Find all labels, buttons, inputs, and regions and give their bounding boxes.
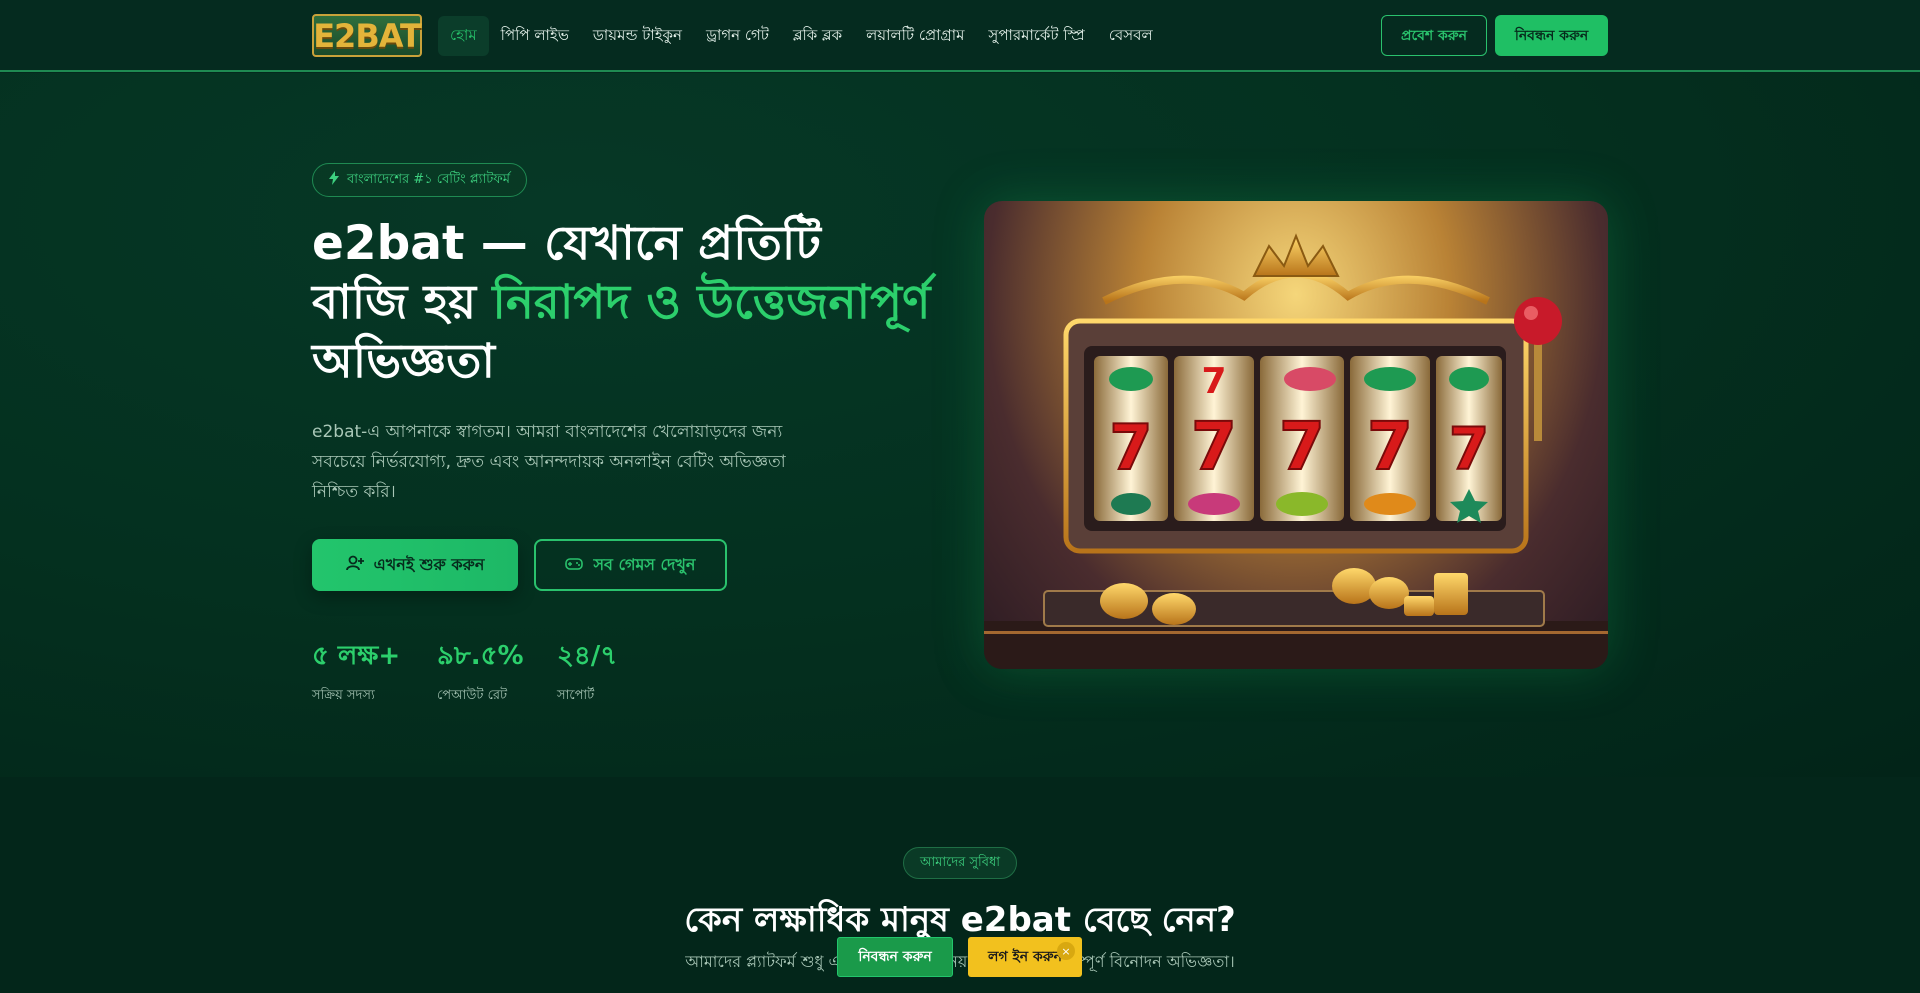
hero-description: e2bat-এ আপনাকে স্বাগতম। আমরা বাংলাদেশের …: [312, 422, 786, 502]
all-games-label: সব গেমস দেখুন: [593, 554, 696, 574]
stat-label: সক্রিয় সদস্য: [312, 688, 375, 703]
headline-part-2: অভিজ্ঞতা: [312, 334, 496, 389]
stat-support: ২৪/৭ সাপোর্ট: [557, 636, 617, 707]
lightning-icon: [329, 171, 339, 189]
stat-value: ৯৮.৫%: [437, 641, 524, 671]
features-badge: আমাদের সুবিধা: [903, 847, 1017, 879]
features-title: কেন লক্ষাধিক মানুষ e2bat বেছে নেন?: [684, 900, 1236, 940]
hero-badge: বাংলাদেশের #১ বেটিং প্ল্যাটফর্ম: [312, 163, 528, 197]
stat-payout: ৯৮.৫% পেআউট রেট: [437, 636, 524, 707]
features-subtitle: আমাদের প্ল্যাটফর্ম শুধু একটি বেটিং সাইট …: [685, 952, 1235, 971]
svg-text:7: 7: [1109, 411, 1152, 484]
nav-item-home[interactable]: হোম: [438, 16, 489, 56]
headline-highlight: নিরাপদ ও উত্তেজনাপূর্ণ: [492, 275, 931, 330]
nav-item-pp-live[interactable]: পিপি লাইভ: [489, 16, 581, 56]
hero-section: [0, 73, 1920, 777]
nav-item-baseball[interactable]: বেসবল: [1097, 16, 1165, 56]
stat-members: ৫ লক্ষ+ সক্রিয় সদস্য: [312, 636, 400, 707]
slot-machine-image: 7 7 7 7 7 7: [984, 201, 1608, 669]
svg-text:7: 7: [1279, 408, 1325, 485]
all-games-button[interactable]: সব গেমস দেখুন: [534, 539, 727, 591]
gamepad-icon: [565, 556, 584, 575]
svg-text:7: 7: [1201, 361, 1226, 402]
sticky-register-button[interactable]: নিবন্ধন করুন: [837, 937, 953, 977]
stat-value: ৫ লক্ষ+: [312, 641, 401, 671]
site-header: E2BAT হোম পিপি লাইভ ডায়মন্ড টাইকুন ড্রা…: [0, 0, 1920, 72]
svg-text:7: 7: [1191, 408, 1237, 485]
add-user-icon: [345, 555, 364, 575]
nav-item-dragon-gate[interactable]: ড্রাগন গেট: [694, 16, 781, 56]
nav-item-supermarket-spree[interactable]: সুপারমার্কেট স্প্রি: [976, 16, 1096, 56]
svg-text:7: 7: [1367, 408, 1413, 485]
hero-headline: e2bat — যেখানে প্রতিটি বাজি হয় নিরাপদ ও…: [312, 214, 932, 391]
nav-item-diamond-tycoon[interactable]: ডায়মন্ড টাইকুন: [581, 16, 694, 56]
main-nav: হোম পিপি লাইভ ডায়মন্ড টাইকুন ড্রাগন গেট…: [438, 16, 1165, 56]
start-now-button[interactable]: এখনই শুরু করুন: [312, 539, 518, 591]
register-button[interactable]: নিবন্ধন করুন: [1495, 15, 1608, 56]
close-icon[interactable]: ×: [1057, 942, 1075, 960]
svg-text:7: 7: [1449, 415, 1489, 483]
nav-item-blocky-block[interactable]: ব্লকি ব্লক: [781, 16, 854, 56]
site-logo[interactable]: E2BAT: [312, 14, 422, 57]
stat-label: পেআউট রেট: [437, 688, 508, 703]
hero-badge-label: বাংলাদেশের #১ বেটিং প্ল্যাটফর্ম: [347, 171, 511, 187]
stat-label: সাপোর্ট: [557, 688, 595, 703]
start-now-label: এখনই শুরু করুন: [373, 554, 485, 574]
stat-value: ২৪/৭: [557, 641, 618, 671]
login-button[interactable]: প্রবেশ করুন: [1381, 15, 1487, 56]
nav-item-loyalty-program[interactable]: লয়ালটি প্রোগ্রাম: [854, 16, 976, 56]
